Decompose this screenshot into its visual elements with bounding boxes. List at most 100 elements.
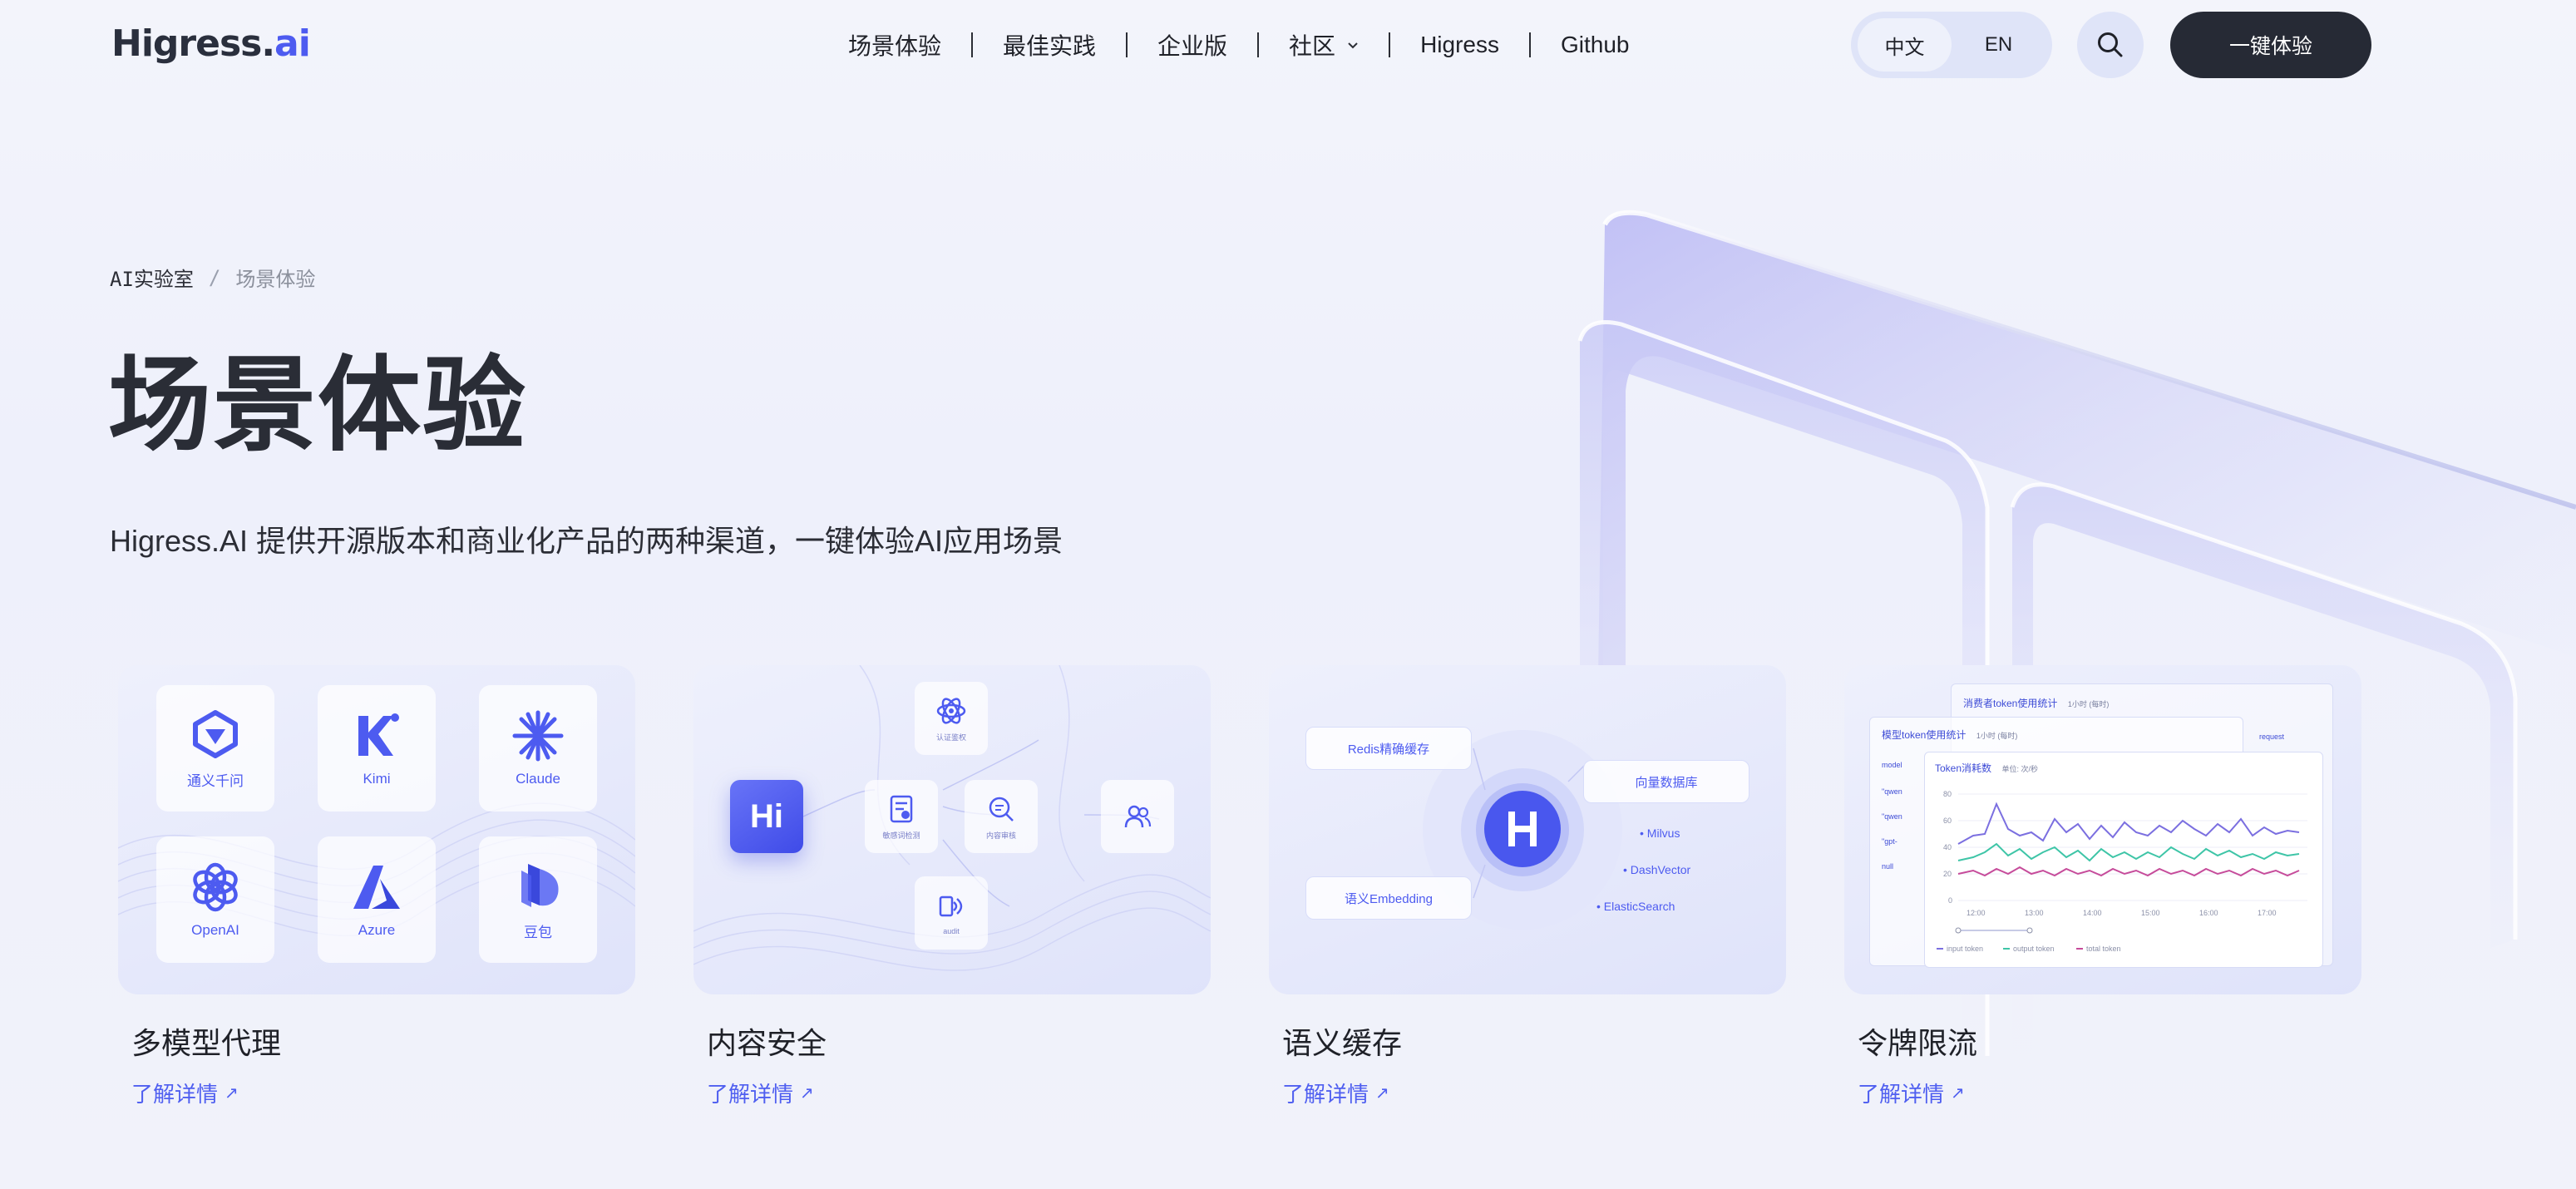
redis-cache-pill: Redis精确缓存	[1305, 727, 1472, 770]
learn-more-link[interactable]: 了解详情 ↗	[131, 1078, 239, 1108]
vector-name: ElasticSearch	[1603, 900, 1675, 913]
model-row: "qwen	[1882, 787, 1902, 796]
page-title: 场景体验	[108, 348, 528, 463]
card-semantic-cache: Redis精确缓存 语义Embedding 向量数据库 • Milvus • D…	[1269, 665, 1786, 1108]
sensitive-word-tile: 敏感词检测	[865, 780, 938, 853]
model-label: 豆包	[524, 924, 552, 940]
learn-more-link[interactable]: 了解详情 ↗	[1282, 1078, 1389, 1108]
nav-divider	[1528, 32, 1531, 57]
breadcrumb-current: 场景体验	[235, 269, 316, 291]
total-line	[1957, 802, 2300, 845]
language-switcher: 中文 EN	[1851, 12, 2052, 78]
vector-db-pill: 向量数据库	[1583, 760, 1749, 803]
vector-dashvector: • DashVector	[1623, 863, 1691, 876]
nav-divider	[971, 32, 974, 57]
arrow-up-right-icon: ↗	[1375, 1084, 1389, 1103]
audit-tile: audit	[915, 876, 988, 950]
card-multi-model-proxy: 通义千问 Kimi Claude OpenAI Azure 豆包 多模型代理 了…	[118, 665, 635, 1108]
x-tick: 16:00	[2199, 909, 2218, 917]
x-tick: 12:00	[1967, 909, 1986, 917]
dashboard-meta: 1小时 (每时)	[1976, 732, 2018, 740]
mini-tile-label: 内容审核	[985, 831, 1016, 840]
x-tick: 14:00	[2083, 909, 2102, 917]
search-button[interactable]	[2077, 12, 2144, 78]
y-tick: 0	[1948, 896, 1952, 905]
top-navigation-bar: Higress. ai 场景体验 最佳实践 企业版 社区 Higress Gith…	[0, 0, 2576, 90]
token-line-chart: 80 60 40 20 0 12:00 13:00 14:00 15:00 16…	[1937, 790, 2307, 953]
card-title: 语义缓存	[1282, 1026, 1403, 1060]
model-label: 通义千问	[187, 772, 244, 789]
card-content-security: Hi 认证鉴权 敏感词检测 内容审核 audit 内容安全 了解详情 ↗	[693, 665, 1211, 1108]
mini-tile-label: 敏感词检测	[882, 831, 920, 840]
one-click-experience-button[interactable]: 一键体验	[2170, 12, 2371, 78]
audit-speaker-icon	[939, 895, 963, 917]
breadcrumb-ai-lab[interactable]: AI实验室	[110, 263, 194, 292]
nav-github[interactable]: Github	[1561, 32, 1630, 58]
card-visual-semantic-cache[interactable]: Redis精确缓存 语义Embedding 向量数据库 • Milvus • D…	[1269, 665, 1786, 994]
token-consumption-dashboard: Token消耗数 单位: 次/秒 80 60 40 20 0 12:00 13:…	[1924, 752, 2323, 968]
atom-icon	[936, 697, 966, 724]
higress-h-logo-icon	[1484, 791, 1561, 867]
card-token-rate-limit: 消费者token使用统计 1小时 (每时) request 模型token使用统…	[1844, 665, 2361, 1108]
higress-ai-logo[interactable]: Higress. ai	[111, 20, 311, 67]
model-label: OpenAI	[191, 922, 239, 938]
legend-total: total token	[2086, 945, 2121, 953]
model-row: null	[1882, 862, 1894, 871]
learn-more-label: 了解详情	[131, 1082, 219, 1107]
nav-scenarios[interactable]: 场景体验	[848, 28, 941, 62]
y-tick: 60	[1943, 817, 1952, 825]
higress-hi-badge: Hi	[730, 780, 803, 853]
embedding-pill: 语义Embedding	[1305, 876, 1472, 920]
auth-tile: 认证鉴权	[915, 682, 988, 755]
request-label: request	[2259, 733, 2285, 741]
mini-tile-label: audit	[943, 927, 960, 935]
vector-name: DashVector	[1630, 863, 1691, 876]
logo-text: Higress.	[111, 22, 275, 65]
page-subtitle: Higress.AI 提供开源版本和商业化产品的两种渠道，一键体验AI应用场景	[110, 524, 1063, 558]
model-tile-tongyi[interactable]: 通义千问	[156, 685, 274, 812]
x-tick: 17:00	[2258, 909, 2277, 917]
model-row: "gpt-	[1882, 837, 1897, 846]
arrow-up-right-icon: ↗	[1951, 1084, 1965, 1103]
users-tile	[1101, 780, 1174, 853]
search-icon	[2098, 32, 2123, 57]
model-tile-claude[interactable]: Claude	[479, 685, 597, 812]
main-nav: 场景体验 最佳实践 企业版 社区 Higress Github	[848, 25, 1629, 65]
vector-milvus: • Milvus	[1640, 826, 1680, 840]
model-row: "qwen	[1882, 812, 1902, 821]
output-line	[1957, 842, 2300, 862]
card-visual-multi-model[interactable]: 通义千问 Kimi Claude OpenAI Azure 豆包	[118, 665, 635, 994]
lang-zh-button[interactable]: 中文	[1858, 18, 1952, 72]
claude-icon	[512, 710, 564, 762]
users-icon	[1124, 805, 1152, 828]
learn-more-label: 了解详情	[707, 1082, 794, 1107]
doubao-icon	[521, 863, 559, 907]
logo-ai-text: ai	[274, 22, 311, 65]
card-title: 内容安全	[707, 1026, 827, 1060]
dashboard-title: 模型token使用统计	[1882, 729, 1967, 741]
model-tile-azure[interactable]: Azure	[318, 836, 436, 963]
nav-best-practices[interactable]: 最佳实践	[1003, 28, 1096, 62]
model-tile-kimi[interactable]: Kimi	[318, 685, 436, 812]
breadcrumb-separator: /	[208, 265, 221, 289]
model-tile-openai[interactable]: OpenAI	[156, 836, 274, 963]
lang-en-button[interactable]: EN	[1952, 18, 2046, 72]
dashboard-meta: 1小时 (每时)	[2067, 700, 2110, 708]
openai-icon	[193, 862, 238, 912]
mini-tile-label: 认证鉴权	[935, 733, 966, 742]
vector-elasticsearch: • ElasticSearch	[1596, 900, 1675, 913]
legend-output: output token	[2013, 945, 2055, 953]
nav-divider	[1126, 32, 1128, 57]
model-label: Azure	[358, 922, 396, 938]
card-visual-content-security[interactable]: Hi 认证鉴权 敏感词检测 内容审核 audit	[693, 665, 1211, 994]
y-tick: 40	[1943, 843, 1952, 851]
card-visual-token-rate-limit[interactable]: 消费者token使用统计 1小时 (每时) request 模型token使用统…	[1844, 665, 2361, 994]
nav-higress[interactable]: Higress	[1420, 32, 1499, 58]
nav-community[interactable]: 社区	[1289, 28, 1359, 62]
learn-more-link[interactable]: 了解详情 ↗	[707, 1078, 814, 1108]
card-title: 多模型代理	[131, 1026, 282, 1060]
model-tile-doubao[interactable]: 豆包	[479, 836, 597, 963]
learn-more-link[interactable]: 了解详情 ↗	[1858, 1078, 1965, 1108]
nav-divider	[1257, 32, 1260, 57]
nav-enterprise[interactable]: 企业版	[1157, 28, 1227, 62]
